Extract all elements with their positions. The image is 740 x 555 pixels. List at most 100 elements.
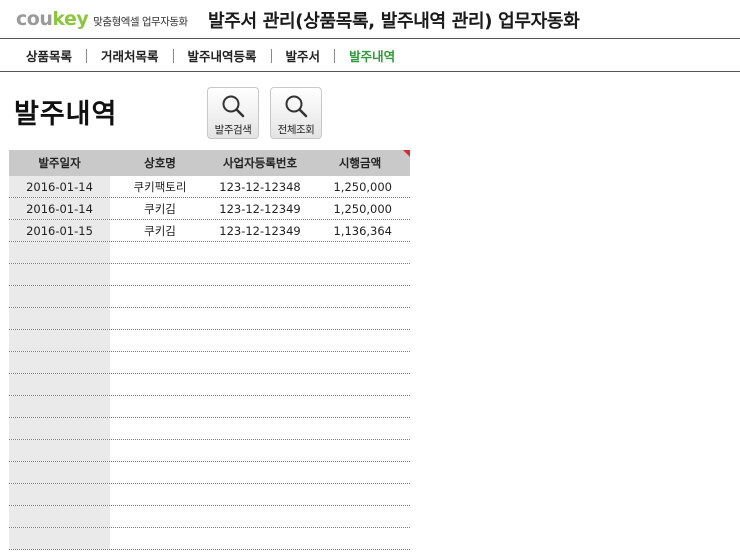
table-row[interactable]: 2016-01-14 쿠키김 123-12-12349 1,250,000	[9, 198, 410, 220]
company-cell[interactable]	[110, 352, 210, 373]
company-cell[interactable]	[110, 506, 210, 527]
empty-table-row[interactable]	[9, 330, 410, 352]
empty-table-row[interactable]	[9, 528, 410, 550]
amount-cell[interactable]: 1,136,364	[310, 220, 410, 241]
amount-cell[interactable]	[310, 286, 410, 307]
business-number-cell[interactable]	[210, 528, 310, 549]
empty-table-row[interactable]	[9, 506, 410, 528]
order-date-cell[interactable]: 2016-01-15	[9, 220, 110, 241]
order-date-cell[interactable]	[9, 352, 110, 373]
amount-cell[interactable]	[310, 418, 410, 439]
company-cell[interactable]: 쿠키팩토리	[110, 176, 210, 197]
empty-table-row[interactable]	[9, 374, 410, 396]
company-cell[interactable]	[110, 418, 210, 439]
order-date-cell[interactable]	[9, 374, 110, 395]
amount-cell[interactable]	[310, 506, 410, 527]
column-header-amount[interactable]: 시행금액	[310, 155, 410, 171]
amount-cell[interactable]	[310, 396, 410, 417]
company-cell[interactable]: 쿠키김	[110, 220, 210, 241]
empty-table-row[interactable]	[9, 462, 410, 484]
company-cell[interactable]	[110, 462, 210, 483]
business-number-cell[interactable]	[210, 308, 310, 329]
order-date-cell[interactable]	[9, 286, 110, 307]
order-date-cell[interactable]	[9, 242, 110, 263]
order-date-cell[interactable]	[9, 418, 110, 439]
coukey-logo[interactable]: coukey 맞춤형엑셀 업무자동화	[16, 8, 188, 34]
business-number-cell[interactable]: 123-12-12348	[210, 176, 310, 197]
order-date-cell[interactable]	[9, 462, 110, 483]
order-date-cell[interactable]	[9, 308, 110, 329]
business-number-cell[interactable]	[210, 462, 310, 483]
business-number-cell[interactable]	[210, 484, 310, 505]
order-search-button[interactable]: 발주검색	[207, 87, 259, 139]
business-number-cell[interactable]: 123-12-12349	[210, 198, 310, 219]
logo-wordmark: coukey	[16, 8, 89, 30]
column-header-order-date[interactable]: 발주일자	[9, 155, 110, 171]
cell-note-marker[interactable]	[403, 150, 410, 157]
nav-item-purchase-order[interactable]: 발주서	[272, 46, 335, 65]
amount-cell[interactable]: 1,250,000	[310, 198, 410, 219]
business-number-cell[interactable]	[210, 440, 310, 461]
nav-item-order-history[interactable]: 발주내역	[335, 46, 409, 65]
business-number-cell[interactable]	[210, 506, 310, 527]
amount-cell[interactable]	[310, 308, 410, 329]
amount-cell[interactable]	[310, 374, 410, 395]
company-cell[interactable]	[110, 242, 210, 263]
business-number-cell[interactable]	[210, 352, 310, 373]
company-cell[interactable]: 쿠키김	[110, 198, 210, 219]
order-date-cell[interactable]	[9, 264, 110, 285]
order-date-cell[interactable]: 2016-01-14	[9, 198, 110, 219]
company-cell[interactable]	[110, 286, 210, 307]
order-date-cell[interactable]	[9, 396, 110, 417]
order-date-cell[interactable]	[9, 330, 110, 351]
company-cell[interactable]	[110, 264, 210, 285]
order-date-cell[interactable]	[9, 440, 110, 461]
order-search-label: 발주검색	[214, 124, 252, 136]
empty-table-row[interactable]	[9, 440, 410, 462]
business-number-cell[interactable]	[210, 330, 310, 351]
business-number-cell[interactable]: 123-12-12349	[210, 220, 310, 241]
amount-cell[interactable]: 1,250,000	[310, 176, 410, 197]
empty-table-row[interactable]	[9, 264, 410, 286]
table-row[interactable]: 2016-01-15 쿠키김 123-12-12349 1,136,364	[9, 220, 410, 242]
company-cell[interactable]	[110, 440, 210, 461]
company-cell[interactable]	[110, 374, 210, 395]
amount-cell[interactable]	[310, 440, 410, 461]
company-cell[interactable]	[110, 396, 210, 417]
empty-table-row[interactable]	[9, 396, 410, 418]
empty-table-row[interactable]	[9, 484, 410, 506]
company-cell[interactable]	[110, 484, 210, 505]
order-date-cell[interactable]: 2016-01-14	[9, 176, 110, 197]
business-number-cell[interactable]	[210, 242, 310, 263]
business-number-cell[interactable]	[210, 286, 310, 307]
column-header-business-number[interactable]: 사업자등록번호	[210, 155, 310, 171]
company-cell[interactable]	[110, 330, 210, 351]
table-row[interactable]: 2016-01-14 쿠키팩토리 123-12-12348 1,250,000	[9, 176, 410, 198]
company-cell[interactable]	[110, 528, 210, 549]
business-number-cell[interactable]	[210, 374, 310, 395]
business-number-cell[interactable]	[210, 396, 310, 417]
business-number-cell[interactable]	[210, 264, 310, 285]
order-date-cell[interactable]	[9, 506, 110, 527]
amount-cell[interactable]	[310, 484, 410, 505]
amount-cell[interactable]	[310, 528, 410, 549]
company-cell[interactable]	[110, 308, 210, 329]
business-number-cell[interactable]	[210, 418, 310, 439]
empty-table-row[interactable]	[9, 352, 410, 374]
nav-item-order-entry[interactable]: 발주내역등록	[174, 46, 271, 65]
amount-cell[interactable]	[310, 462, 410, 483]
amount-cell[interactable]	[310, 352, 410, 373]
view-all-button[interactable]: 전체조회	[270, 87, 322, 139]
nav-item-products[interactable]: 상품목록	[12, 46, 86, 65]
order-date-cell[interactable]	[9, 484, 110, 505]
empty-table-row[interactable]	[9, 308, 410, 330]
amount-cell[interactable]	[310, 264, 410, 285]
column-header-company[interactable]: 상호명	[110, 155, 210, 171]
order-date-cell[interactable]	[9, 528, 110, 549]
amount-cell[interactable]	[310, 242, 410, 263]
empty-table-row[interactable]	[9, 418, 410, 440]
empty-table-row[interactable]	[9, 286, 410, 308]
empty-table-row[interactable]	[9, 242, 410, 264]
nav-item-clients[interactable]: 거래처목록	[87, 46, 173, 65]
amount-cell[interactable]	[310, 330, 410, 351]
